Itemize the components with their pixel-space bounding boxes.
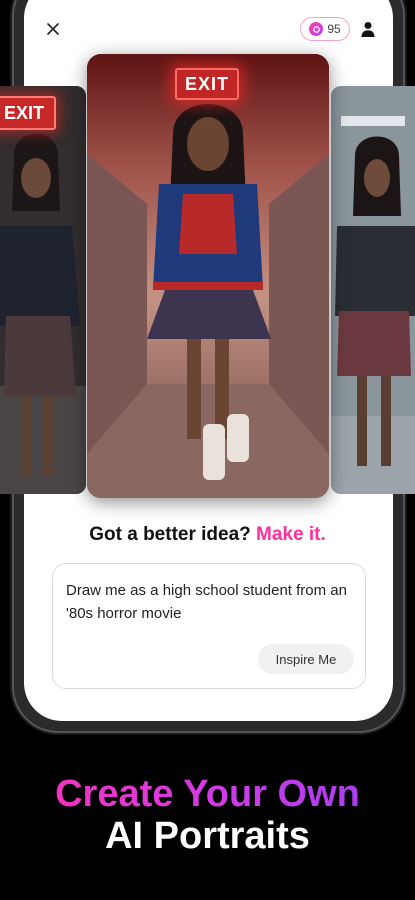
prompt-heading: Got a better idea? Make it. bbox=[0, 524, 415, 546]
credit-coin-icon bbox=[309, 22, 324, 36]
headline-line-2: AI Portraits bbox=[105, 815, 310, 857]
portrait-image-right bbox=[331, 86, 415, 494]
exit-sign: EXIT bbox=[175, 68, 239, 100]
prompt-input[interactable]: Draw me as a high school student from an… bbox=[52, 563, 366, 689]
profile-button[interactable] bbox=[357, 18, 379, 40]
portrait-card-featured[interactable]: EXIT bbox=[87, 54, 329, 498]
exit-sign-left: EXIT bbox=[0, 96, 56, 130]
close-icon bbox=[47, 23, 59, 35]
credits-badge[interactable]: 95 bbox=[300, 17, 350, 41]
prompt-heading-prefix: Got a better idea? bbox=[89, 524, 251, 545]
portrait-card-right[interactable] bbox=[331, 86, 415, 494]
prompt-heading-accent: Make it. bbox=[256, 524, 326, 545]
person-icon bbox=[361, 22, 375, 37]
credit-count: 95 bbox=[327, 22, 341, 36]
prompt-input-text: Draw me as a high school student from an… bbox=[66, 582, 347, 622]
portrait-card-left[interactable]: EXIT bbox=[0, 86, 86, 494]
portrait-image-featured bbox=[87, 54, 329, 498]
inspire-me-button[interactable]: Inspire Me bbox=[258, 644, 354, 674]
close-button[interactable] bbox=[42, 18, 64, 40]
portrait-image-left bbox=[0, 86, 86, 494]
headline-line-1: Create Your Own bbox=[0, 773, 415, 815]
app-screenshot: 95 EXIT EXIT Got a better idea? Make it.… bbox=[0, 0, 415, 900]
promo-headline: Create Your Own AI Portraits bbox=[0, 773, 415, 857]
